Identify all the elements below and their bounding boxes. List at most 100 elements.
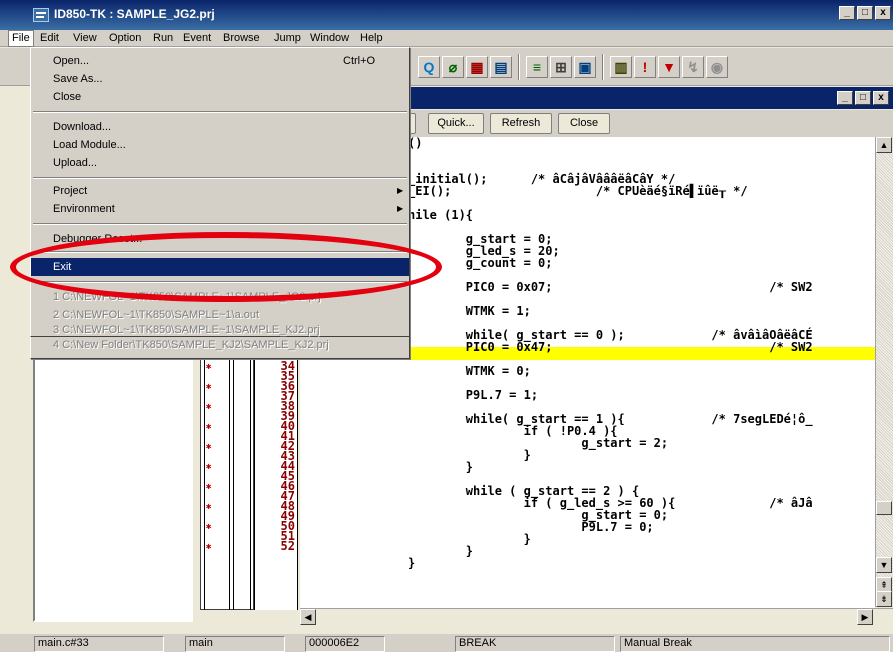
code-line: WTMK = 0; xyxy=(408,364,531,378)
menu-event[interactable]: Event xyxy=(183,32,211,44)
menu-recent-3[interactable]: 3 C:\NEWFOL~1\TK850\SAMPLE~1\SAMPLE_KJ2.… xyxy=(31,324,409,336)
menu-separator xyxy=(33,111,407,113)
code-line: hile (1){ xyxy=(408,208,474,222)
memory-icon[interactable]: ▦ xyxy=(466,56,488,78)
menu-upload-label: Upload... xyxy=(53,157,98,169)
window-title: ID850-TK : SAMPLE_JG2.prj xyxy=(54,7,215,21)
breakpoint-mark-icon[interactable]: ✱ xyxy=(206,502,211,512)
menu-environment-label: Environment xyxy=(53,203,115,215)
menu-recent-label: 2 C:\NEWFOL~1\TK850\SAMPLE~1\a.out xyxy=(53,309,260,321)
scroll-left-icon[interactable]: ◀ xyxy=(300,609,316,625)
menu-help[interactable]: Help xyxy=(360,32,383,44)
window-titlebar: ID850-TK : SAMPLE_JG2.prj _ □ x xyxy=(0,0,893,30)
menubar: File Edit View Option Run Event Browse J… xyxy=(0,30,893,47)
maximize-button[interactable]: □ xyxy=(857,6,873,20)
menu-file[interactable]: File xyxy=(8,30,34,47)
stop-icon[interactable]: ▼ xyxy=(658,56,680,78)
menu-option[interactable]: Option xyxy=(109,32,141,44)
menu-window[interactable]: Window xyxy=(310,32,349,44)
horizontal-scrollbar[interactable]: ◀ ▶ xyxy=(300,608,893,626)
step-icon[interactable]: ↯ xyxy=(682,56,704,78)
page-down-icon[interactable]: ⇟ xyxy=(876,591,892,607)
menu-browse[interactable]: Browse xyxy=(223,32,260,44)
watch-icon[interactable]: ⌀ xyxy=(442,56,464,78)
refresh-button[interactable]: Refresh xyxy=(490,113,552,134)
menu-upload[interactable]: Upload... xyxy=(31,154,409,172)
menu-save-as[interactable]: Save As... xyxy=(31,70,409,88)
menu-open-shortcut: Ctrl+O xyxy=(343,55,376,67)
menu-run[interactable]: Run xyxy=(153,32,173,44)
annotation-ellipse xyxy=(10,232,442,302)
close-button[interactable]: x xyxy=(875,6,891,20)
breakpoint-mark-icon[interactable]: ✱ xyxy=(206,422,211,432)
status-state: BREAK xyxy=(455,636,615,652)
menu-environment[interactable]: Environment ▶ xyxy=(31,200,409,218)
submenu-arrow-icon: ▶ xyxy=(397,186,404,195)
breakpoint-mark-icon[interactable]: ✱ xyxy=(206,402,211,412)
quick-button[interactable]: Quick... xyxy=(428,113,484,134)
menu-recent-2[interactable]: 2 C:\NEWFOL~1\TK850\SAMPLE~1\a.out xyxy=(31,306,409,324)
code-line: () xyxy=(408,137,423,150)
scroll-right-icon[interactable]: ▶ xyxy=(857,609,873,625)
submenu-arrow-icon: ▶ xyxy=(397,204,404,213)
statusbar: main.c#33 main 000006E2 BREAK Manual Bre… xyxy=(0,634,893,652)
code-line: } xyxy=(408,460,474,474)
file-menu-bottom: 4 C:\New Folder\TK850\SAMPLE_KJ2\SAMPLE_… xyxy=(30,337,410,359)
status-file: main.c#33 xyxy=(34,636,164,652)
app-icon xyxy=(33,8,49,22)
source-toolbar: Quick... Refresh Close xyxy=(404,110,893,137)
menu-recent-label: 3 C:\NEWFOL~1\TK850\SAMPLE~1\SAMPLE_KJ2.… xyxy=(53,324,320,336)
scroll-thumb[interactable] xyxy=(876,501,892,515)
breakpoint-mark-icon[interactable]: ✱ xyxy=(206,362,211,372)
menu-close-label: Close xyxy=(53,91,82,103)
code-line: } xyxy=(408,544,474,558)
child-close-button[interactable]: x xyxy=(873,91,889,105)
register-icon[interactable]: ▤ xyxy=(490,56,512,78)
code-line: } xyxy=(408,556,416,570)
search-icon[interactable]: Q xyxy=(418,56,440,78)
line-number: 52 xyxy=(280,539,295,553)
code-line: _EI(); /* CPUèäé§ïRé▌ïûë┰ */ xyxy=(408,184,748,198)
status-address: 000006E2 xyxy=(305,636,385,652)
menu-project[interactable]: Project ▶ xyxy=(31,182,409,200)
menu-download-label: Download... xyxy=(53,121,112,133)
status-function: main xyxy=(185,636,285,652)
breakpoint-mark-icon[interactable]: ✱ xyxy=(206,522,211,532)
menu-jump[interactable]: Jump xyxy=(274,32,301,44)
breakpoint-mark-icon[interactable]: ✱ xyxy=(206,542,211,552)
event-icon[interactable]: ▥ xyxy=(610,56,632,78)
menu-view[interactable]: View xyxy=(73,32,97,44)
code-line: PIC0 = 0x07; /* SW2 xyxy=(408,280,813,294)
line-number-column: 34 35 36 37 38 39 40 41 42 43 44 45 46 4… xyxy=(254,360,298,610)
menu-close[interactable]: Close xyxy=(31,88,409,106)
menu-recent-4[interactable]: 4 C:\New Folder\TK850\SAMPLE_KJ2\SAMPLE_… xyxy=(31,337,409,355)
menu-load-module[interactable]: Load Module... xyxy=(31,136,409,154)
breakpoint-mark-icon[interactable]: ✱ xyxy=(206,382,211,392)
close-source-button[interactable]: Close xyxy=(558,113,610,134)
child-minimize-button[interactable]: _ xyxy=(837,91,853,105)
code-line: PIC0 = 0x47; /* SW2 xyxy=(408,340,813,354)
scroll-down-icon[interactable]: ▼ xyxy=(876,557,892,573)
trace-icon[interactable]: ▣ xyxy=(574,56,596,78)
minimize-button[interactable]: _ xyxy=(839,6,855,20)
scroll-up-icon[interactable]: ▲ xyxy=(876,137,892,153)
break-icon[interactable]: ! xyxy=(634,56,656,78)
menu-load-module-label: Load Module... xyxy=(53,139,126,151)
menu-separator xyxy=(33,223,407,225)
menu-open[interactable]: Open... Ctrl+O xyxy=(31,52,409,70)
vertical-scrollbar[interactable]: ▲ ▼ ⇞ ⇟ xyxy=(875,137,893,607)
go-icon[interactable]: ◉ xyxy=(706,56,728,78)
child-maximize-button[interactable]: □ xyxy=(855,91,871,105)
assemble-icon[interactable]: ⊞ xyxy=(550,56,572,78)
menu-save-as-label: Save As... xyxy=(53,73,103,85)
breakpoint-mark-icon[interactable]: ✱ xyxy=(206,442,211,452)
breakpoint-mark-icon[interactable]: ✱ xyxy=(206,462,211,472)
code-line: WTMK = 1; xyxy=(408,304,531,318)
source-icon[interactable]: ≡ xyxy=(526,56,548,78)
menu-edit[interactable]: Edit xyxy=(40,32,59,44)
breakpoint-mark-icon[interactable]: ✱ xyxy=(206,482,211,492)
source-window-titlebar: _ □ x xyxy=(408,87,893,109)
menu-open-label: Open... xyxy=(53,55,90,67)
menu-download[interactable]: Download... xyxy=(31,118,409,136)
code-line: P9L.7 = 1; xyxy=(408,388,539,402)
